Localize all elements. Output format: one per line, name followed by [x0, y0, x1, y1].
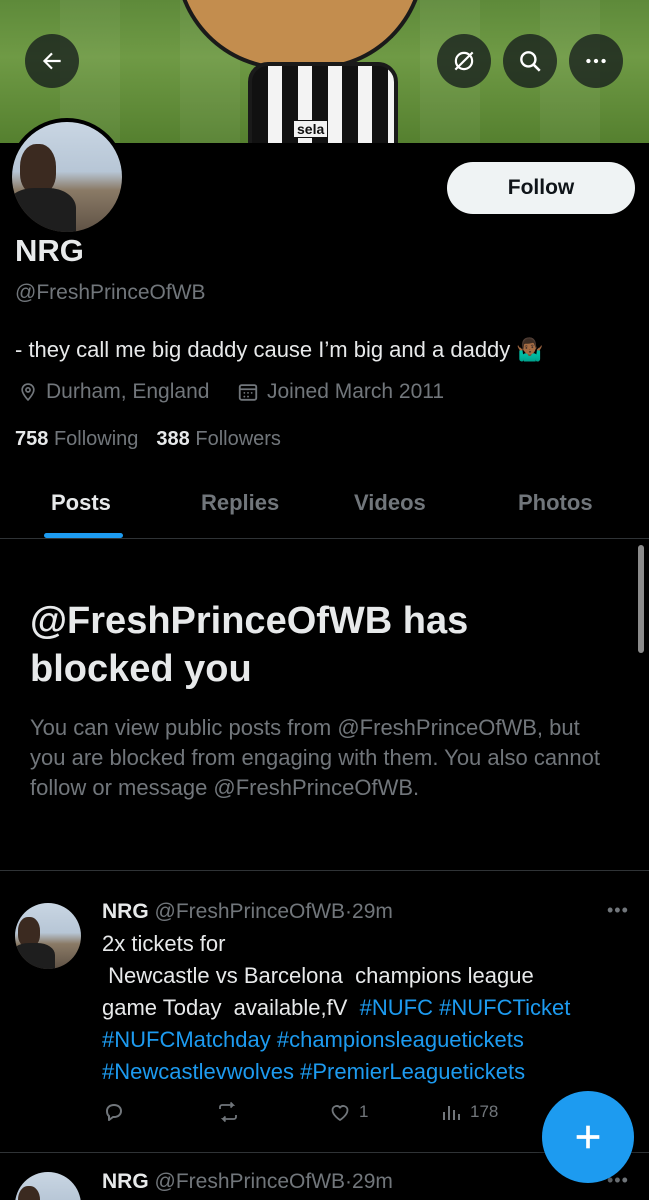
back-arrow-icon	[42, 52, 61, 70]
post-line: Newcastle vs Barcelona champions league	[102, 963, 534, 988]
post-time: 29m	[352, 900, 393, 923]
post-separator: ·	[345, 900, 353, 923]
repost-button[interactable]	[215, 1100, 241, 1124]
search-button[interactable]	[503, 34, 557, 88]
translate-button[interactable]	[437, 34, 491, 88]
hashtag-link[interactable]: #Newcastlevwolves	[102, 1059, 294, 1084]
tab-posts[interactable]: Posts	[51, 490, 111, 516]
back-button[interactable]	[25, 34, 79, 88]
profile-avatar[interactable]	[8, 118, 126, 236]
location-text: Durham, England	[46, 380, 210, 403]
profile-tabs: Posts Replies Videos Photos	[0, 470, 649, 539]
like-count: 1	[359, 1102, 369, 1121]
reply-button[interactable]	[102, 1100, 126, 1124]
post-avatar[interactable]	[15, 1172, 81, 1200]
hashtag-link[interactable]: #NUFC	[360, 995, 433, 1020]
post-handle: @FreshPrinceOfWB	[154, 1170, 346, 1193]
followers-link[interactable]: 388 Followers	[156, 428, 281, 451]
calendar-icon	[238, 384, 258, 401]
joined-text: Joined March 2011	[267, 380, 445, 403]
hashtag-link[interactable]: #NUFCTicket	[439, 995, 570, 1020]
post-more-icon[interactable]: •••	[607, 900, 629, 921]
views-button[interactable]: 178	[440, 1100, 498, 1124]
views-chart-icon	[443, 1106, 460, 1120]
tab-videos[interactable]: Videos	[354, 490, 426, 516]
search-icon	[520, 51, 541, 72]
profile-name: NRG	[15, 233, 84, 268]
profile-bio: - they call me big daddy cause I’m big a…	[15, 337, 544, 362]
blocked-title: @FreshPrinceOfWB has blocked you	[30, 600, 469, 690]
post-text: 2x tickets for Newcastle vs Barcelona ch…	[102, 928, 632, 1088]
hashtag-link[interactable]: #NUFCMatchday	[102, 1027, 271, 1052]
tab-replies[interactable]: Replies	[201, 490, 279, 516]
post-author[interactable]: NRG	[102, 900, 149, 923]
location-pin-icon	[21, 383, 35, 402]
post-author[interactable]: NRG	[102, 1170, 149, 1193]
divider	[0, 870, 649, 871]
post-line: game Today available,fV	[102, 995, 354, 1020]
hashtag-link[interactable]: #PremierLeaguetickets	[300, 1059, 525, 1084]
more-icon	[586, 58, 606, 64]
scrollbar[interactable]	[638, 545, 644, 653]
follow-button[interactable]: Follow	[447, 162, 635, 214]
banner-sponsor-text: sela	[293, 120, 329, 138]
like-button[interactable]: 1	[327, 1100, 368, 1124]
post-header: NRG @FreshPrinceOfWB·29m	[102, 1170, 393, 1194]
compose-post-button[interactable]	[542, 1091, 634, 1183]
active-tab-indicator	[44, 533, 123, 538]
post-header: NRG @FreshPrinceOfWB·29m	[102, 900, 393, 924]
followers-label: Followers	[195, 428, 281, 450]
profile-stats: 758 Following 388 Followers	[15, 428, 281, 451]
heart-icon	[331, 1105, 349, 1122]
translate-icon	[454, 51, 474, 71]
tab-photos[interactable]: Photos	[518, 490, 593, 516]
reply-icon	[106, 1104, 122, 1121]
profile-joined: Joined March 2011	[237, 380, 444, 404]
post-avatar[interactable]	[15, 903, 81, 969]
following-label: Following	[53, 428, 139, 450]
profile-handle: @FreshPrinceOfWB	[15, 281, 206, 304]
post-time: 29m	[352, 1170, 393, 1193]
hashtag-link[interactable]: #championsleaguetickets	[277, 1027, 524, 1052]
view-count: 178	[470, 1102, 499, 1121]
more-options-button[interactable]	[569, 34, 623, 88]
following-link[interactable]: 758 Following	[15, 428, 138, 451]
followers-count: 388	[156, 428, 190, 450]
blocked-description: You can view public posts from @FreshPri…	[30, 715, 600, 800]
following-count: 758	[15, 428, 49, 450]
post-handle: @FreshPrinceOfWB	[154, 900, 346, 923]
post-separator: ·	[345, 1170, 353, 1193]
profile-location: Durham, England	[18, 380, 209, 404]
post-line: 2x tickets for	[102, 931, 226, 956]
plus-icon	[576, 1125, 600, 1149]
repost-icon	[219, 1101, 237, 1123]
